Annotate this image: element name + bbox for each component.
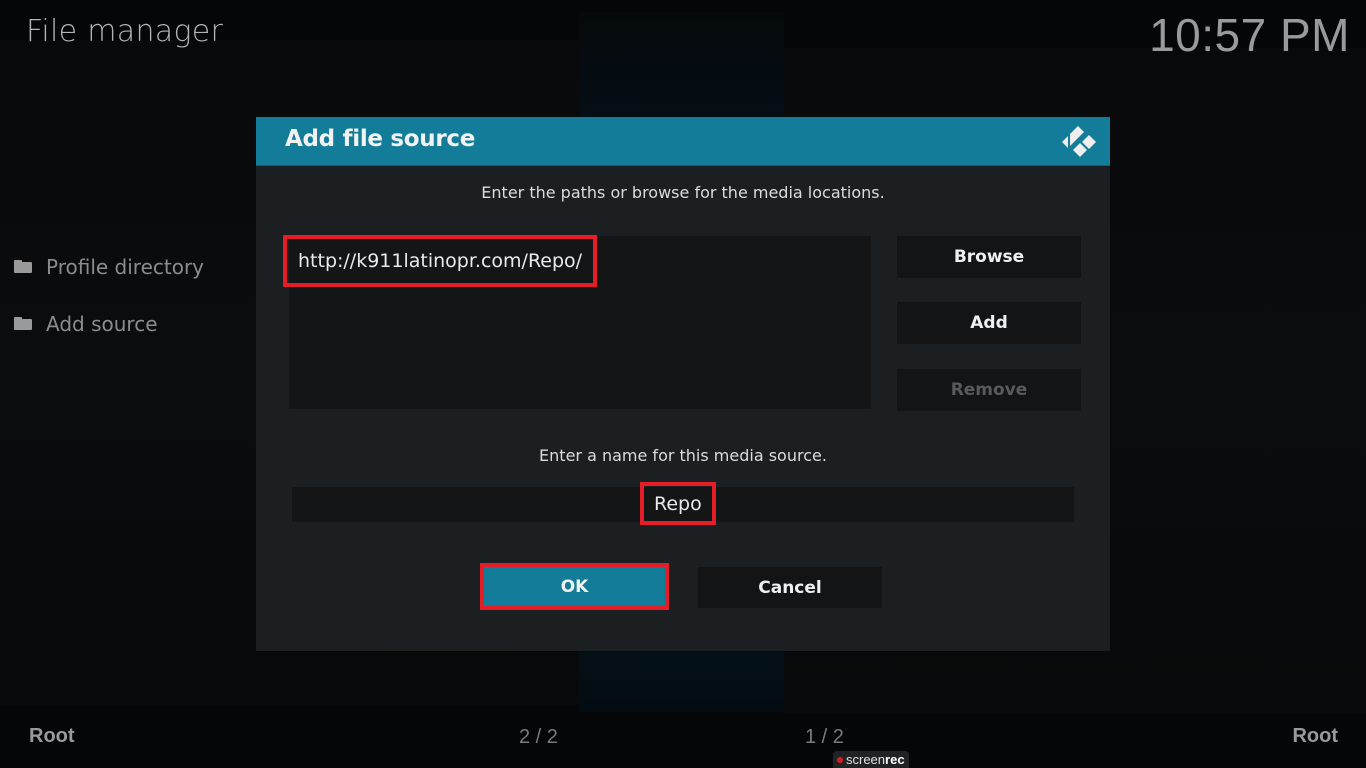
clock: 10:57 PM xyxy=(1149,9,1350,61)
watermark-text-bold: rec xyxy=(885,752,905,767)
cancel-button[interactable]: Cancel xyxy=(698,567,882,608)
record-dot-icon xyxy=(837,756,843,763)
source-item-profile-directory[interactable]: Profile directory xyxy=(14,238,204,295)
name-hint: Enter a name for this media source. xyxy=(539,446,827,465)
source-item-label: Add source xyxy=(46,311,158,336)
screenrec-watermark: screen rec xyxy=(833,751,909,768)
dialog-header: Add file source xyxy=(256,117,1110,166)
source-list: Profile directory Add source xyxy=(14,238,204,352)
footer-right-page-count: 1 / 2 xyxy=(805,726,844,748)
path-list[interactable]: http://k911latinopr.com/Repo/ xyxy=(283,235,871,409)
remove-button[interactable]: Remove xyxy=(897,369,1081,411)
source-item-add-source[interactable]: Add source xyxy=(14,295,204,352)
dialog-title: Add file source xyxy=(285,126,476,152)
footer-left-path: Root xyxy=(29,725,75,747)
add-button[interactable]: Add xyxy=(897,302,1081,344)
footer-right-path: Root xyxy=(1292,725,1338,747)
footer-left-page-count: 2 / 2 xyxy=(519,726,558,748)
folder-icon xyxy=(14,317,32,330)
add-file-source-dialog: Add file source Enter the paths or brows… xyxy=(256,117,1110,651)
browse-button[interactable]: Browse xyxy=(897,236,1081,278)
ok-button[interactable]: OK xyxy=(480,563,669,610)
kodi-logo-icon xyxy=(1062,126,1096,157)
watermark-text-light: screen xyxy=(846,752,886,767)
page-title: File manager xyxy=(26,14,224,49)
folder-icon xyxy=(14,260,32,273)
source-name-value[interactable]: Repo xyxy=(640,482,716,525)
path-item[interactable]: http://k911latinopr.com/Repo/ xyxy=(283,235,598,287)
paths-hint: Enter the paths or browse for the media … xyxy=(481,183,885,202)
source-item-label: Profile directory xyxy=(46,254,205,279)
